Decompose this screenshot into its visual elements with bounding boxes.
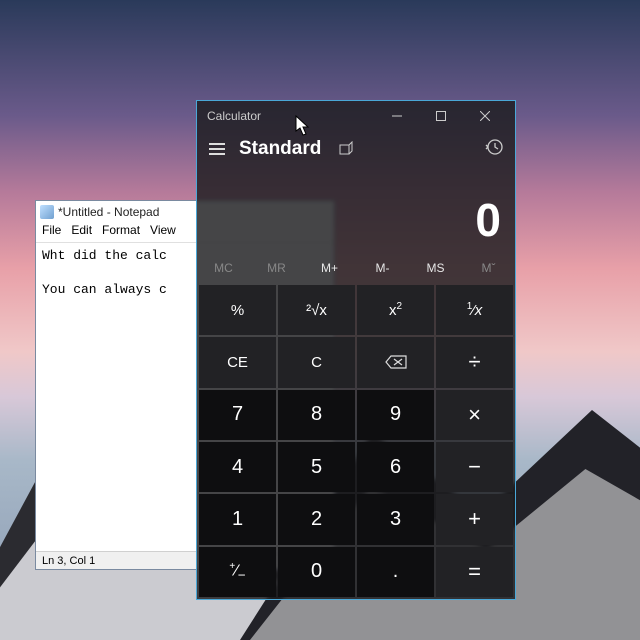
key-backspace[interactable]	[357, 337, 434, 387]
key-c[interactable]: C	[278, 337, 355, 387]
menu-format[interactable]: Format	[102, 223, 140, 242]
memory-mplus[interactable]: M+	[303, 253, 356, 283]
history-icon[interactable]	[485, 138, 503, 161]
key-equals[interactable]: =	[436, 547, 513, 597]
key-square[interactable]: x2	[357, 285, 434, 335]
calculator-header: Standard	[197, 131, 515, 167]
memory-row: MC MR M+ M- MS Mˇ	[197, 253, 515, 283]
key-8[interactable]: 8	[278, 390, 355, 440]
key-ce[interactable]: CE	[199, 337, 276, 387]
key-negate[interactable]: +⁄−	[199, 547, 276, 597]
key-7[interactable]: 7	[199, 390, 276, 440]
memory-mc: MC	[197, 253, 250, 283]
menu-view[interactable]: View	[150, 223, 176, 242]
key-4[interactable]: 4	[199, 442, 276, 492]
key-0[interactable]: 0	[278, 547, 355, 597]
key-add[interactable]: +	[436, 494, 513, 544]
calculator-titlebar[interactable]: Calculator	[197, 101, 515, 131]
key-decimal[interactable]: .	[357, 547, 434, 597]
calculator-title-text: Calculator	[207, 109, 261, 123]
key-reciprocal[interactable]: 1⁄x	[436, 285, 513, 335]
key-sqrt[interactable]: ²√x	[278, 285, 355, 335]
memory-mlist: Mˇ	[462, 253, 515, 283]
key-9[interactable]: 9	[357, 390, 434, 440]
memory-mminus[interactable]: M-	[356, 253, 409, 283]
menu-edit[interactable]: Edit	[71, 223, 92, 242]
calculator-display: 0	[197, 167, 515, 253]
key-subtract[interactable]: −	[436, 442, 513, 492]
menu-file[interactable]: File	[42, 223, 61, 242]
minimize-button[interactable]	[375, 101, 419, 131]
key-1[interactable]: 1	[199, 494, 276, 544]
memory-mr: MR	[250, 253, 303, 283]
key-5[interactable]: 5	[278, 442, 355, 492]
key-2[interactable]: 2	[278, 494, 355, 544]
keep-on-top-icon[interactable]	[335, 138, 357, 160]
calculator-keypad: % ²√x x2 1⁄x CE C ÷ 7 8 9 × 4 5 6 − 1 2 …	[197, 283, 515, 599]
hamburger-menu-icon[interactable]	[209, 140, 225, 158]
notepad-icon	[40, 205, 54, 219]
key-3[interactable]: 3	[357, 494, 434, 544]
close-button[interactable]	[463, 101, 507, 131]
key-multiply[interactable]: ×	[436, 390, 513, 440]
key-divide[interactable]: ÷	[436, 337, 513, 387]
maximize-button[interactable]	[419, 101, 463, 131]
key-6[interactable]: 6	[357, 442, 434, 492]
notepad-cursor-position: Ln 3, Col 1	[42, 555, 95, 567]
calculator-mode-label: Standard	[239, 138, 321, 160]
mouse-cursor-icon	[295, 115, 311, 137]
calculator-window[interactable]: Calculator Standard 0 MC MR M+ M- MS Mˇ …	[196, 100, 516, 600]
memory-ms[interactable]: MS	[409, 253, 462, 283]
key-percent[interactable]: %	[199, 285, 276, 335]
notepad-title-text: *Untitled - Notepad	[58, 205, 159, 219]
